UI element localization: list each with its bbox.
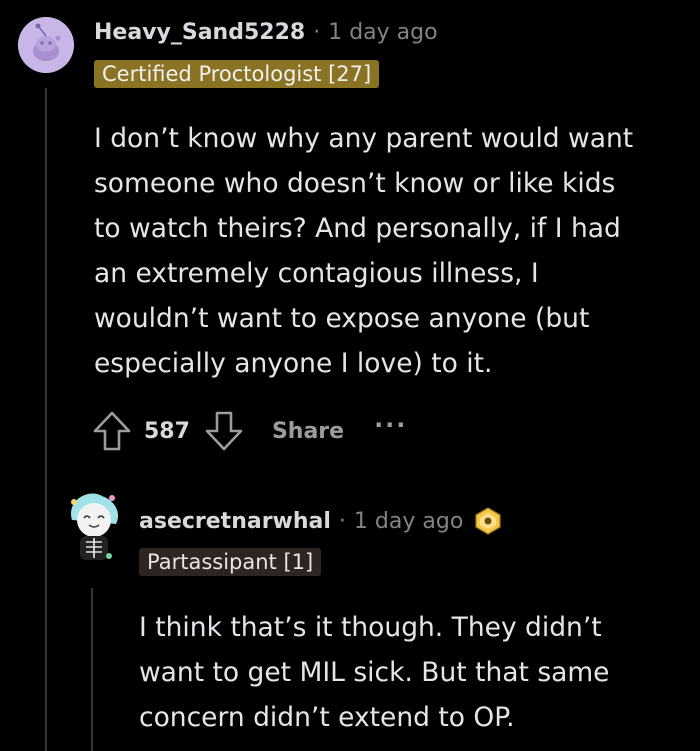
comment-actions: 587 Share ··· [92, 410, 407, 452]
snoo-avatar-icon [18, 17, 74, 73]
meta-separator: · [313, 20, 321, 45]
comment-body: I don’t know why any parent would want s… [94, 116, 633, 386]
award-icon[interactable] [473, 506, 503, 536]
user-avatar[interactable] [64, 490, 124, 570]
meta-separator: · [338, 508, 346, 534]
snoo-avatar-icon [71, 493, 119, 560]
username[interactable]: asecretnarwhal [139, 509, 331, 534]
thread-line[interactable] [45, 88, 47, 751]
user-avatar[interactable] [18, 17, 74, 73]
vote-count: 587 [144, 418, 190, 444]
comment-line: to watch theirs? And personally, if I ha… [94, 213, 621, 244]
comment-body: I think that’s it though. They didn’t wa… [139, 605, 609, 740]
comment-line: wouldn’t want to expose anyone (but [94, 303, 590, 334]
timestamp[interactable]: 1 day ago [328, 20, 437, 45]
comment-line: someone who doesn’t know or like kids [94, 168, 616, 199]
username[interactable]: Heavy_Sand5228 [94, 20, 305, 45]
downvote-arrow-icon[interactable] [204, 410, 244, 452]
comment-line: an extremely contagious illness, I [94, 258, 539, 289]
comment-line: want to get MIL sick. But that same [139, 657, 610, 688]
comment-meta: Heavy_Sand5228 · 1 day ago [94, 20, 438, 45]
comment-line: especially anyone I love) to it. [94, 348, 493, 379]
upvote-arrow-icon[interactable] [92, 410, 132, 452]
user-flair: Certified Proctologist [27] [94, 60, 380, 88]
more-options-button[interactable]: ··· [374, 411, 407, 439]
share-button[interactable]: Share [272, 419, 344, 444]
thread-line[interactable] [91, 588, 93, 751]
comment-meta: asecretnarwhal · 1 day ago [139, 506, 503, 536]
comment-line: I think that’s it though. They didn’t [139, 612, 602, 643]
comment-line: I don’t know why any parent would want [94, 123, 634, 154]
timestamp[interactable]: 1 day ago [354, 509, 463, 534]
user-flair: Partassipant [1] [139, 548, 322, 576]
comment-line: concern didn’t extend to OP. [139, 702, 515, 733]
